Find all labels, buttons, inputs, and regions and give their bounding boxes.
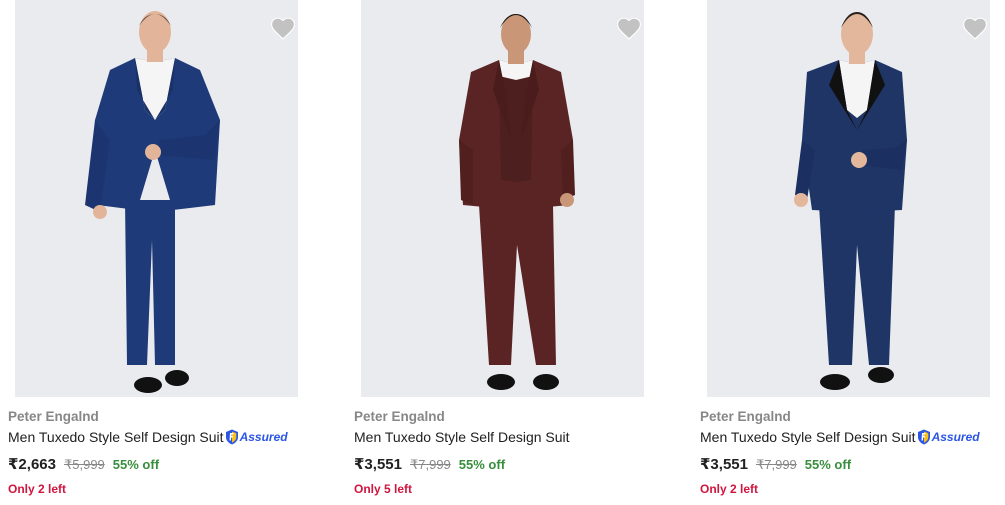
shield-check-icon xyxy=(225,429,238,445)
discount-label: 55% off xyxy=(458,457,506,472)
assured-badge: Assured xyxy=(225,429,288,445)
stock-status: Only 2 left xyxy=(8,482,67,496)
blue-suit-photo xyxy=(15,0,298,397)
heart-icon xyxy=(963,17,987,40)
selling-price: ₹3,551 xyxy=(354,456,402,473)
original-price: ₹7,999 xyxy=(755,457,797,472)
price-row: ₹3,551 ₹7,999 55% off xyxy=(354,455,505,473)
assured-label: Assured xyxy=(239,430,288,444)
assured-label: Assured xyxy=(931,430,980,444)
product-title-text: Men Tuxedo Style Self Design Suit xyxy=(8,429,224,445)
heart-icon xyxy=(271,17,295,40)
product-image[interactable] xyxy=(15,0,298,397)
price-row: ₹2,663 ₹5,999 55% off xyxy=(8,455,159,473)
wishlist-button[interactable] xyxy=(616,16,642,40)
navy-tuxedo-photo xyxy=(707,0,990,397)
product-title[interactable]: Men Tuxedo Style Self Design Suit Assure… xyxy=(700,429,980,445)
wishlist-button[interactable] xyxy=(270,16,296,40)
wishlist-button[interactable] xyxy=(962,16,988,40)
discount-label: 55% off xyxy=(112,457,160,472)
maroon-suit-photo xyxy=(361,0,644,397)
product-image[interactable] xyxy=(707,0,990,397)
brand-name: Peter Engalnd xyxy=(354,409,445,424)
stock-status: Only 5 left xyxy=(354,482,413,496)
product-card[interactable]: Peter Engalnd Men Tuxedo Style Self Desi… xyxy=(0,0,340,505)
product-card[interactable]: Peter Engalnd Men Tuxedo Style Self Desi… xyxy=(346,0,686,505)
heart-icon xyxy=(617,17,641,40)
product-title-text: Men Tuxedo Style Self Design Suit xyxy=(354,429,570,445)
original-price: ₹5,999 xyxy=(63,457,105,472)
discount-label: 55% off xyxy=(804,457,852,472)
price-row: ₹3,551 ₹7,999 55% off xyxy=(700,455,851,473)
product-image[interactable] xyxy=(361,0,644,397)
brand-name: Peter Engalnd xyxy=(8,409,99,424)
product-grid: Peter Engalnd Men Tuxedo Style Self Desi… xyxy=(0,0,1005,505)
product-title-text: Men Tuxedo Style Self Design Suit xyxy=(700,429,916,445)
product-title[interactable]: Men Tuxedo Style Self Design Suit Assure… xyxy=(8,429,288,445)
product-title[interactable]: Men Tuxedo Style Self Design Suit xyxy=(354,429,570,445)
selling-price: ₹3,551 xyxy=(700,456,748,473)
brand-name: Peter Engalnd xyxy=(700,409,791,424)
stock-status: Only 2 left xyxy=(700,482,759,496)
selling-price: ₹2,663 xyxy=(8,456,56,473)
product-card[interactable]: Peter Engalnd Men Tuxedo Style Self Desi… xyxy=(692,0,1005,505)
assured-badge: Assured xyxy=(917,429,980,445)
shield-check-icon xyxy=(917,429,930,445)
original-price: ₹7,999 xyxy=(409,457,451,472)
